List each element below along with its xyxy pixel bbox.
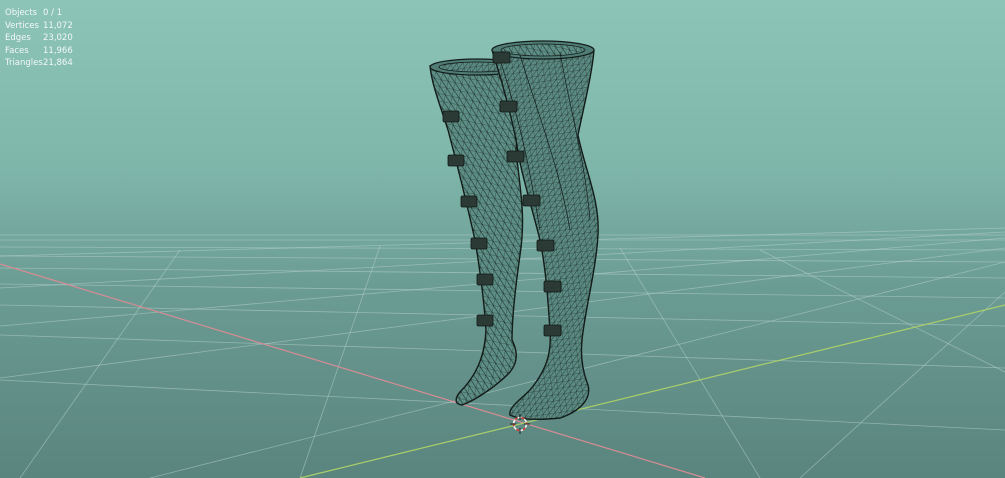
stat-value: 21,864 — [43, 58, 73, 69]
grid-line — [799, 291, 1005, 478]
y-axis-line — [299, 304, 1005, 478]
scene-statistics-overlay: Objects 0 / 1 Vertices 11,072 Edges 23,020 Fac… — [5, 7, 73, 70]
stat-label: Faces — [5, 45, 29, 56]
grid-line — [759, 249, 1005, 373]
stat-label: Edges — [5, 33, 31, 44]
stat-row: Edges 23,020 — [5, 32, 73, 45]
3d-viewport[interactable]: Objects 0 / 1 Vertices 11,072 Edges 23,020 Fac… — [0, 0, 1005, 478]
stat-label: Vertices — [5, 20, 39, 31]
stat-label: Triangles — [5, 58, 43, 69]
stat-value: 0 / 1 — [43, 8, 63, 18]
stat-value: 11,966 — [43, 45, 73, 56]
stat-row: Vertices 11,072 — [5, 20, 73, 33]
stat-row: Faces 11,966 — [5, 45, 73, 58]
grid-line — [299, 245, 381, 478]
grid-line — [0, 379, 1005, 431]
viewport-scene[interactable] — [0, 0, 1005, 478]
stat-value: 11,072 — [43, 20, 73, 31]
stat-row: Triangles 21,864 — [5, 57, 73, 70]
x-axis-line — [0, 263, 706, 478]
stat-row: Objects 0 / 1 — [5, 7, 73, 20]
stat-label: Objects — [5, 8, 38, 18]
grid-line — [19, 249, 181, 478]
stat-value: 23,020 — [43, 33, 73, 44]
